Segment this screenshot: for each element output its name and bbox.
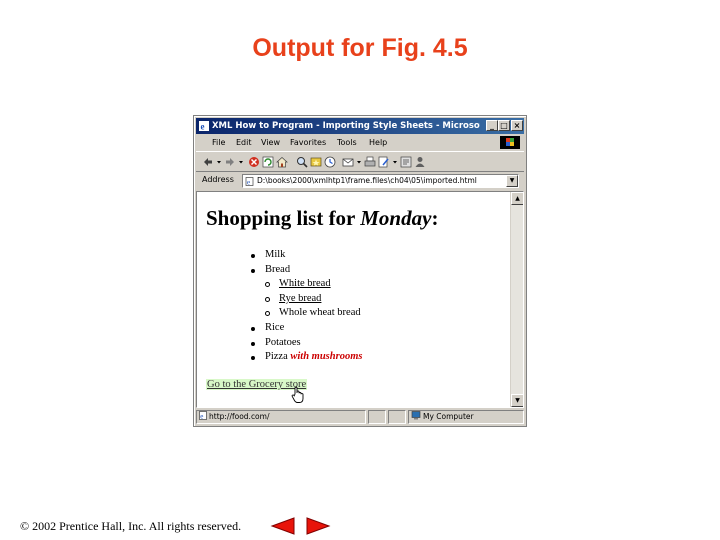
browser-window: e XML How to Program - Importing Style S… — [193, 115, 527, 427]
svg-text:e: e — [200, 412, 203, 420]
mail-dropdown-icon[interactable] — [356, 156, 362, 168]
scroll-down-button[interactable]: ▼ — [511, 394, 523, 407]
menu-favorites[interactable]: Favorites — [290, 135, 326, 150]
forward-dropdown-icon[interactable] — [238, 156, 244, 168]
menu-tools[interactable]: Tools — [337, 135, 357, 150]
copyright-notice: © 2002 Prentice Hall, Inc. All rights re… — [20, 519, 242, 533]
status-url: e http://food.com/ — [196, 410, 366, 424]
bullet-circle — [265, 296, 270, 302]
emphasis-text: with mushrooms — [290, 351, 363, 363]
favorites-icon[interactable] — [310, 156, 322, 168]
window-title: XML How to Program - Importing Style She… — [212, 121, 480, 131]
menu-bar: File Edit View Favorites Tools Help — [196, 135, 524, 150]
ie-icon: e — [199, 121, 209, 131]
stop-icon[interactable] — [248, 156, 260, 168]
close-button[interactable]: × — [511, 120, 523, 131]
window-titlebar[interactable]: e XML How to Program - Importing Style S… — [196, 118, 524, 134]
next-slide-arrow-icon[interactable] — [303, 516, 333, 536]
computer-icon — [411, 411, 421, 420]
back-dropdown-icon[interactable] — [216, 156, 222, 168]
svg-text:e: e — [201, 122, 205, 132]
vertical-scrollbar[interactable]: ▲ ▼ — [510, 192, 523, 407]
messenger-icon[interactable] — [414, 156, 426, 168]
slide-title: Output for Fig. 4.5 — [252, 34, 468, 62]
address-bar: Address e D:\books\2000\xmlhtp1\frame.fi… — [196, 173, 524, 189]
print-icon[interactable] — [364, 156, 376, 168]
history-icon[interactable] — [324, 156, 336, 168]
minimize-button[interactable]: _ — [486, 120, 498, 131]
status-zone: My Computer — [408, 410, 524, 424]
mail-icon[interactable] — [342, 156, 354, 168]
list-item-text: Whole wheat bread — [279, 307, 361, 319]
list-item-text: Pizza with mushrooms — [265, 350, 362, 365]
svg-text:e: e — [247, 179, 250, 187]
toolbar — [196, 151, 524, 172]
address-dropdown-button[interactable]: ▼ — [506, 175, 518, 187]
windows-logo-icon — [500, 136, 520, 149]
list-item-text: Rice — [265, 321, 285, 333]
address-value: D:\books\2000\xmlhtp1\frame.files\ch04\0… — [257, 176, 477, 185]
back-icon[interactable] — [202, 156, 214, 168]
pizza-text: Pizza — [265, 351, 291, 363]
menu-file[interactable]: File — [212, 135, 225, 150]
heading-day: Monday — [360, 206, 432, 230]
list-item-text: Potatoes — [265, 336, 301, 348]
previous-slide-arrow-icon[interactable] — [268, 516, 298, 536]
list-item-text: Milk — [265, 249, 286, 260]
list-item-text: Bread — [265, 263, 291, 275]
address-input[interactable]: e D:\books\2000\xmlhtp1\frame.files\ch04… — [242, 174, 519, 188]
bullet-disc — [251, 326, 255, 331]
status-panel — [388, 410, 406, 424]
page-content: Shopping list for Monday: Milk Bread Whi… — [196, 191, 524, 408]
maximize-button[interactable]: □ — [498, 120, 510, 131]
page-icon: e — [199, 411, 207, 420]
menu-view[interactable]: View — [261, 135, 280, 150]
bullet-disc — [251, 341, 255, 346]
forward-icon[interactable] — [224, 156, 236, 168]
discuss-icon[interactable] — [400, 156, 412, 168]
page-heading: Shopping list for Monday: — [206, 206, 438, 231]
page-icon: e — [245, 177, 254, 186]
search-icon[interactable] — [296, 156, 308, 168]
bullet-disc — [251, 254, 255, 258]
home-icon[interactable] — [276, 156, 288, 168]
status-bar: e http://food.com/ My Computer — [196, 410, 524, 424]
bullet-disc — [251, 356, 255, 361]
status-zone-text: My Computer — [423, 412, 474, 421]
heading-prefix: Shopping list for — [206, 206, 361, 230]
refresh-icon[interactable] — [262, 156, 274, 168]
bullet-disc — [251, 268, 255, 273]
white-bread-link[interactable]: White bread — [279, 277, 331, 292]
scroll-up-button[interactable]: ▲ — [511, 192, 523, 205]
status-panel — [368, 410, 386, 424]
edit-dropdown-icon[interactable] — [392, 156, 398, 168]
menu-help[interactable]: Help — [369, 135, 387, 150]
bullet-circle — [265, 282, 270, 288]
address-label: Address — [202, 175, 234, 184]
menu-edit[interactable]: Edit — [236, 135, 252, 150]
bullet-circle — [265, 311, 270, 317]
edit-icon[interactable] — [378, 156, 390, 168]
rye-bread-link[interactable]: Rye bread — [279, 292, 321, 307]
heading-suffix: : — [431, 206, 439, 230]
hand-cursor-icon — [291, 386, 304, 403]
status-url-text: http://food.com/ — [209, 412, 270, 421]
